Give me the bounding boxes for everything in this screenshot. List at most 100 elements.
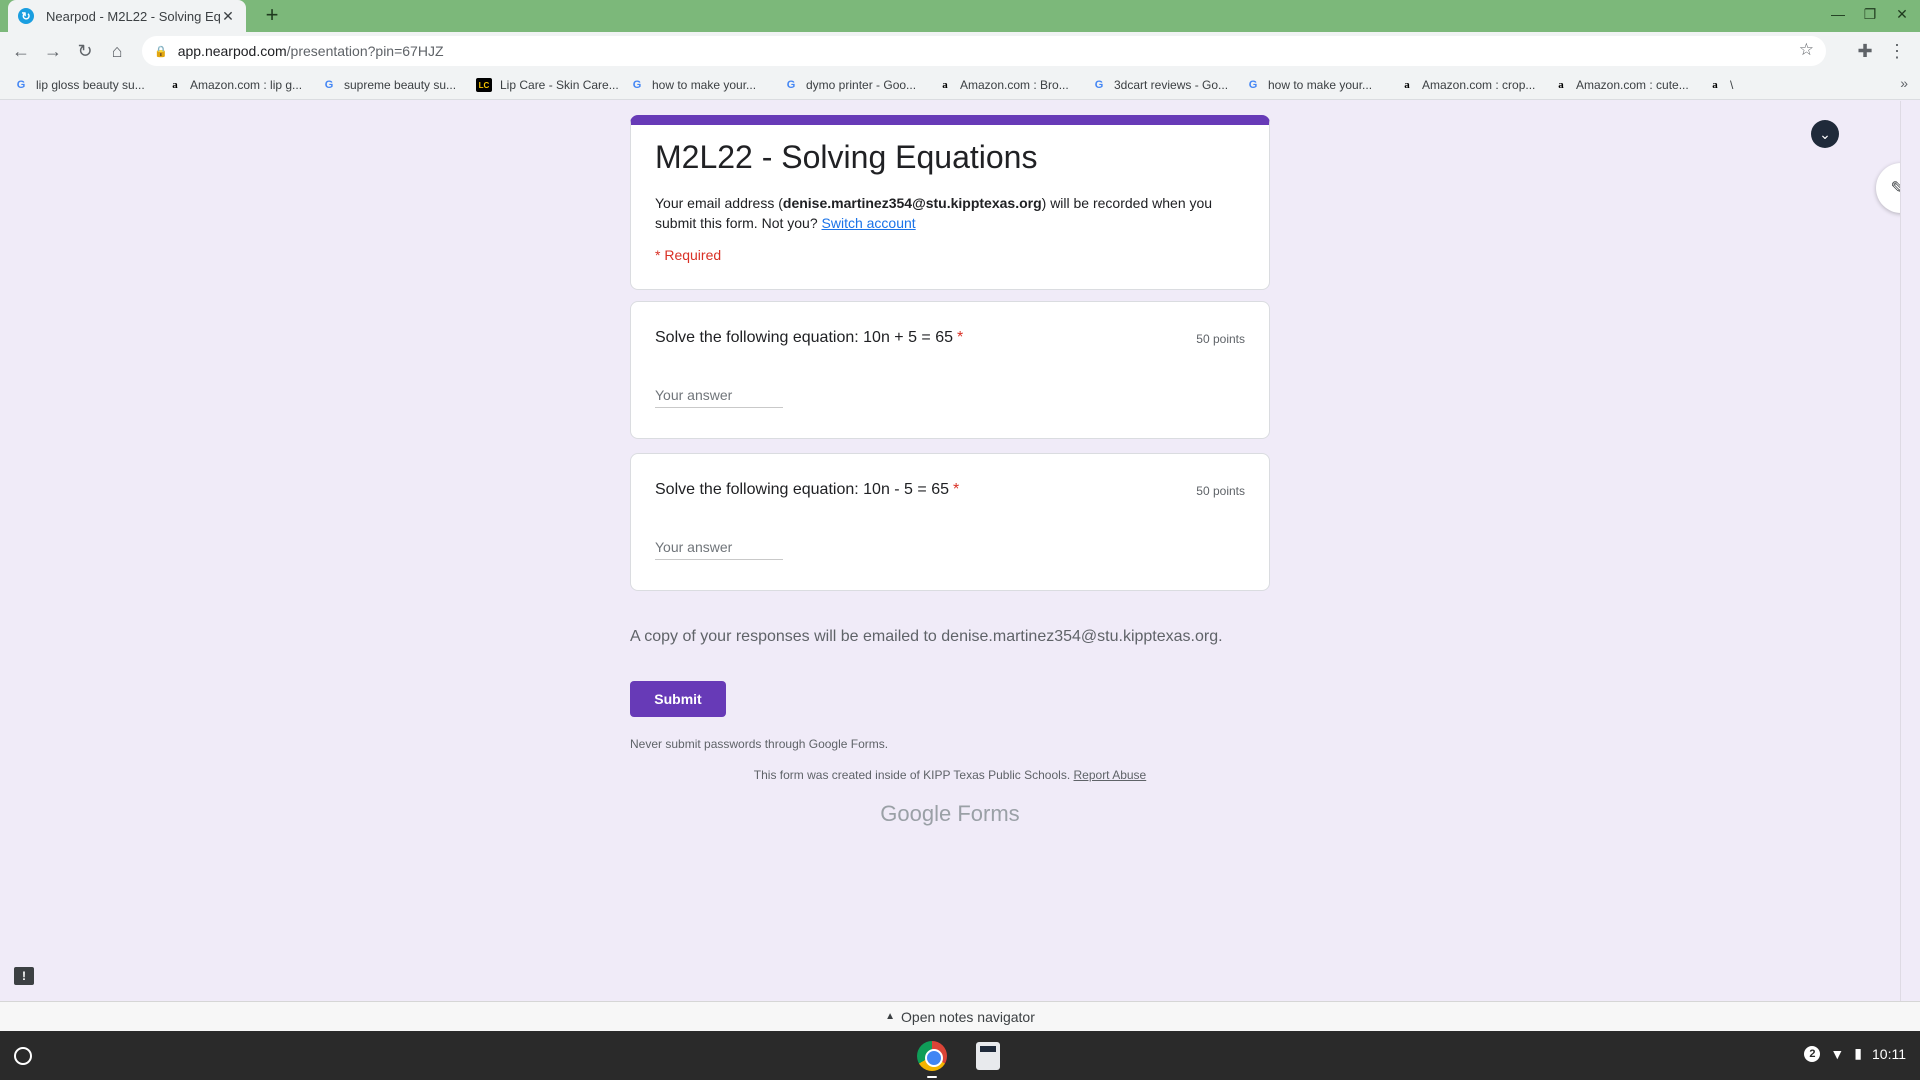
system-tray[interactable]: 2 ▼ ▮ 10:11 xyxy=(1804,1045,1906,1062)
home-icon[interactable]: ⌂ xyxy=(104,38,130,64)
url-host: app.nearpod.com xyxy=(177,43,287,59)
extensions-puzzle-icon[interactable]: ✚ xyxy=(1852,38,1878,64)
google-icon: G xyxy=(786,79,796,91)
window-restore-button[interactable]: ❐ xyxy=(1860,6,1880,23)
bookmark-item[interactable]: a \ xyxy=(1708,75,1733,95)
switch-account-link[interactable]: Switch account xyxy=(822,215,916,231)
bookmark-item[interactable]: Ghow to make your... xyxy=(630,75,756,95)
response-copy-note: A copy of your responses will be emailed… xyxy=(630,628,1223,645)
bookmark-label: supreme beauty su... xyxy=(344,78,457,92)
active-app-indicator xyxy=(927,1076,937,1078)
amazon-icon: a xyxy=(1712,79,1718,91)
os-shelf: 2 ▼ ▮ 10:11 xyxy=(0,1031,1920,1080)
forward-arrow-icon[interactable]: → xyxy=(40,38,66,64)
google-icon: G xyxy=(632,79,642,91)
bookmark-item[interactable]: Glip gloss beauty su... xyxy=(14,75,145,95)
bookmarks-bar: Glip gloss beauty su... a Amazon.com : li… xyxy=(0,70,1920,100)
question-points: 50 points xyxy=(1196,484,1245,498)
clock: 10:11 xyxy=(1872,1045,1906,1062)
bookmarks-overflow-icon[interactable]: » xyxy=(1900,75,1908,91)
amazon-icon: a xyxy=(1404,79,1410,91)
required-note: * Required xyxy=(655,247,722,263)
bookmark-item[interactable]: G 3dcart reviews - Go... xyxy=(1092,75,1228,95)
lipcare-icon: LC xyxy=(476,78,492,92)
page-content: M2L22 - Solving Equations Your email add… xyxy=(0,101,1920,1001)
notes-navigator-bar[interactable]: ▲ Open notes navigator xyxy=(0,1001,1920,1031)
bookmark-label: \ xyxy=(1730,78,1734,92)
bookmark-label: Lip Care - Skin Care... xyxy=(500,78,619,92)
question-text: Solve the following equation: 10n - 5 = … xyxy=(655,481,959,499)
bookmark-item[interactable]: a Amazon.com : Bro... xyxy=(938,75,1069,95)
google-icon: G xyxy=(1094,79,1104,91)
google-icon: G xyxy=(1248,79,1258,91)
answer-input-2[interactable] xyxy=(655,534,783,560)
notification-count-badge: 2 xyxy=(1804,1045,1821,1062)
launcher-icon[interactable] xyxy=(14,1047,32,1065)
window-minimize-button[interactable]: — xyxy=(1828,6,1848,22)
window-close-button[interactable]: ✕ xyxy=(1892,6,1912,23)
bookmark-label: 3dcart reviews - Go... xyxy=(1114,78,1229,92)
bookmark-item[interactable]: LC Lip Care - Skin Care... xyxy=(476,75,619,95)
form-origin-note: This form was created inside of KIPP Tex… xyxy=(630,768,1270,782)
amazon-icon: a xyxy=(172,79,178,91)
amazon-icon: a xyxy=(1558,79,1564,91)
email-prefix: Your email address ( xyxy=(655,195,783,211)
chrome-app-icon[interactable] xyxy=(917,1041,947,1071)
bookmark-star-icon[interactable]: ☆ xyxy=(1799,40,1814,60)
calculator-app-icon[interactable] xyxy=(976,1042,1000,1070)
notes-navigator-label: Open notes navigator xyxy=(901,1008,1035,1025)
google-forms-logo: Google Forms xyxy=(880,801,1020,826)
report-abuse-link[interactable]: Report Abuse xyxy=(1074,768,1147,782)
question-label: Solve the following equation: 10n - 5 = … xyxy=(655,481,949,498)
bookmark-item[interactable]: a Amazon.com : lip g... xyxy=(168,75,302,95)
answer-input-1[interactable] xyxy=(655,382,783,408)
bookmark-label: Amazon.com : Bro... xyxy=(960,78,1069,92)
feedback-icon[interactable]: ! xyxy=(14,967,34,985)
bookmark-label: lip gloss beauty su... xyxy=(36,78,145,92)
reload-icon[interactable]: ↻ xyxy=(72,38,98,64)
tab-close-icon[interactable]: ✕ xyxy=(220,8,236,25)
question-card: Solve the following equation: 10n - 5 = … xyxy=(630,453,1270,591)
bookmark-label: Amazon.com : crop... xyxy=(1422,78,1536,92)
bookmark-item[interactable]: Ghow to make your... xyxy=(1246,75,1372,95)
battery-icon: ▮ xyxy=(1854,1045,1862,1061)
lock-icon: 🔒 xyxy=(154,45,168,58)
back-arrow-icon[interactable]: ← xyxy=(8,38,34,64)
bookmark-item[interactable]: a Amazon.com : cute... xyxy=(1554,75,1689,95)
url-path: /presentation?pin=67HJZ xyxy=(286,43,444,59)
form-title: M2L22 - Solving Equations xyxy=(655,139,1038,175)
new-tab-button[interactable]: + xyxy=(260,4,284,28)
bookmark-label: how to make your... xyxy=(1268,78,1373,92)
question-card: Solve the following equation: 10n + 5 = … xyxy=(630,301,1270,439)
bookmark-item[interactable]: a Amazon.com : crop... xyxy=(1400,75,1535,95)
browser-tab[interactable]: ↻ Nearpod - M2L22 - Solving Equa ✕ xyxy=(8,0,246,32)
browser-menu-icon[interactable]: ⋮ xyxy=(1884,38,1910,64)
question-points: 50 points xyxy=(1196,332,1245,346)
bookmark-item[interactable]: Gsupreme beauty su... xyxy=(322,75,456,95)
amazon-icon: a xyxy=(942,79,948,91)
google-icon: G xyxy=(16,79,26,91)
bookmark-label: dymo printer - Goo... xyxy=(806,78,917,92)
question-label: Solve the following equation: 10n + 5 = … xyxy=(655,329,953,346)
chevron-down-icon[interactable]: ⌄ xyxy=(1811,120,1839,148)
created-text: This form was created inside of KIPP Tex… xyxy=(753,768,1074,782)
caret-up-icon: ▲ xyxy=(885,1011,896,1022)
nearpod-favicon-icon: ↻ xyxy=(18,8,34,24)
email-notice: Your email address (denise.martinez354@s… xyxy=(655,193,1245,233)
bookmark-item[interactable]: Gdymo printer - Goo... xyxy=(784,75,916,95)
bookmark-label: Amazon.com : lip g... xyxy=(190,78,303,92)
page-scrollbar[interactable] xyxy=(1900,101,1920,1001)
required-asterisk: * xyxy=(952,481,960,498)
browser-toolbar: ← → ↻ ⌂ 🔒 app.nearpod.com/presentation?p… xyxy=(0,32,1920,70)
form-header-card: M2L22 - Solving Equations Your email add… xyxy=(630,115,1270,290)
tab-strip: ↻ Nearpod - M2L22 - Solving Equa ✕ + — ❐… xyxy=(0,0,1920,32)
password-warning: Never submit passwords through Google Fo… xyxy=(630,737,889,751)
tab-title: Nearpod - M2L22 - Solving Equa xyxy=(46,8,220,24)
wifi-icon: ▼ xyxy=(1830,1045,1845,1062)
question-text: Solve the following equation: 10n + 5 = … xyxy=(655,329,963,347)
bookmark-label: Amazon.com : cute... xyxy=(1576,78,1689,92)
required-asterisk: * xyxy=(957,329,964,346)
user-email: denise.martinez354@stu.kipptexas.org xyxy=(782,195,1042,211)
submit-button[interactable]: Submit xyxy=(630,681,726,717)
address-bar[interactable]: 🔒 app.nearpod.com/presentation?pin=67HJZ… xyxy=(142,36,1826,66)
